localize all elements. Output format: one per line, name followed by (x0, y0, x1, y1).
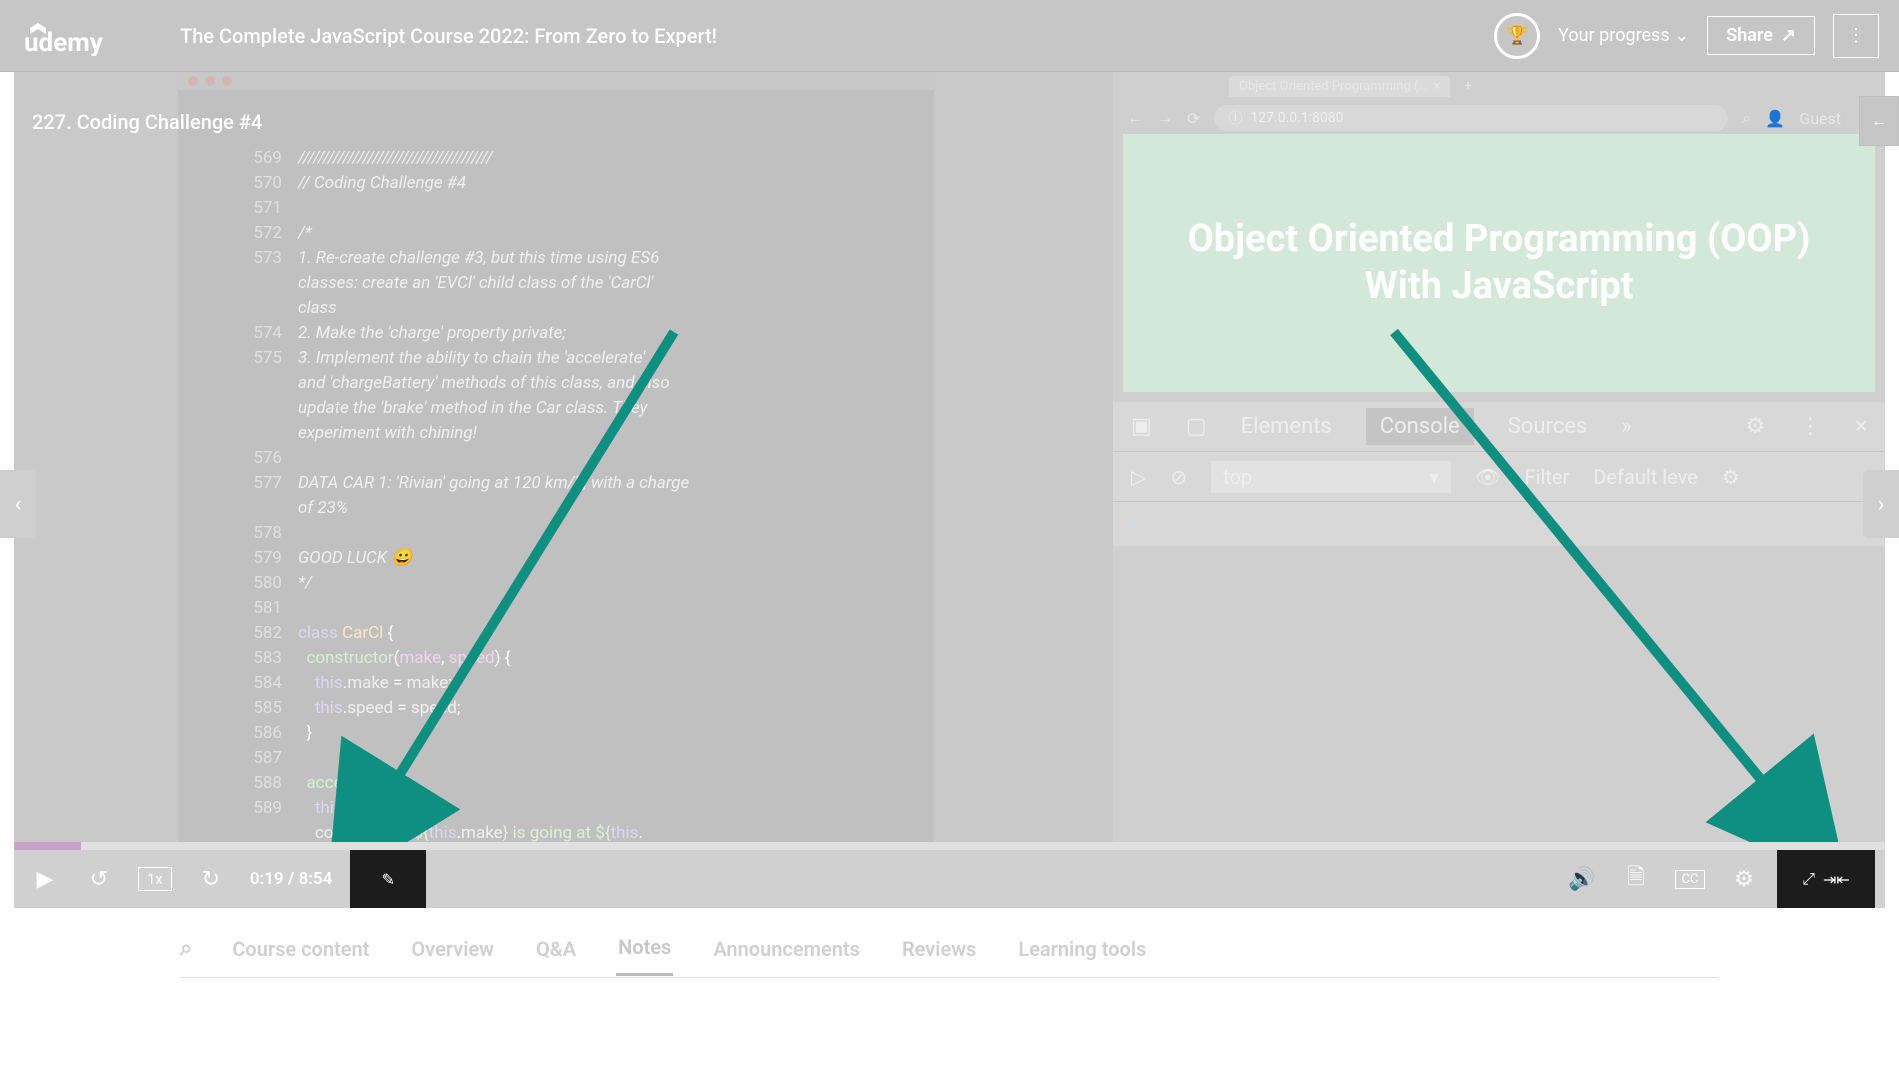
forward-button[interactable]: ↻ (196, 867, 226, 892)
info-icon: ⓘ (1228, 108, 1242, 128)
tab-learning-tools[interactable]: Learning tools (1016, 923, 1148, 975)
share-icon: ↗ (1781, 25, 1796, 46)
time-display: 0:19 / 8:54 (250, 869, 332, 889)
address-bar[interactable]: ⓘ127.0.0.1:8080 (1214, 105, 1728, 131)
code-content: /////////////////////////////////////// … (298, 146, 689, 847)
app-header: udemy The Complete JavaScript Course 202… (0, 0, 1899, 72)
add-note-button[interactable]: ✎ (350, 850, 426, 908)
reload-icon[interactable]: ⟳ (1187, 109, 1200, 128)
sidebar-toggle-button[interactable]: ← (1859, 96, 1899, 146)
forward-icon[interactable]: → (1157, 108, 1173, 128)
play-button[interactable]: ▶ (30, 867, 60, 892)
levels-dropdown[interactable]: Default leve (1593, 465, 1697, 489)
tab-course-content[interactable]: Course content (230, 923, 371, 975)
trophy-icon: 🏆 (1506, 25, 1528, 46)
guest-label: Guest (1799, 109, 1841, 128)
settings-button[interactable]: ⚙ (1729, 867, 1759, 892)
video-progress-fill (14, 842, 81, 850)
code-editor: 5695705715725735745755765775785795805815… (178, 72, 934, 847)
line-numbers: 5695705715725735745755765775785795805815… (242, 146, 282, 821)
svg-text:udemy: udemy (24, 28, 104, 56)
context-selector[interactable]: top▾ (1211, 461, 1451, 493)
browser-toolbar: ← → ⟳ ⓘ127.0.0.1:8080 ⌕ 👤 Guest ⋮ (1113, 100, 1885, 136)
course-title: The Complete JavaScript Course 2022: Fro… (180, 24, 1494, 48)
tab-reviews[interactable]: Reviews (900, 923, 978, 975)
share-button[interactable]: Share↗ (1707, 16, 1815, 55)
filter-input[interactable]: Filter (1525, 465, 1570, 489)
eye-icon[interactable]: 👁 (1475, 465, 1500, 489)
video-progress-bar[interactable] (14, 842, 1885, 850)
clear-icon[interactable]: ⊘ (1170, 465, 1187, 489)
devtools-tab-sources[interactable]: Sources (1508, 414, 1588, 439)
back-icon[interactable]: ← (1127, 108, 1143, 128)
theater-icon: ⇥⇤ (1823, 870, 1850, 889)
chevron-down-icon: ▾ (1429, 465, 1439, 489)
playback-speed-button[interactable]: 1x (138, 867, 172, 891)
close-icon[interactable]: × (1855, 414, 1867, 439)
search-icon[interactable]: ⌕ (1742, 108, 1751, 128)
expand-icon: ⤢ (1802, 869, 1815, 889)
more-menu-button[interactable]: ⋮ (1833, 14, 1879, 58)
lesson-title: 227. Coding Challenge #4 (32, 110, 262, 134)
browser-tab-strip: Object Oriented Programming (… × + (1113, 72, 1885, 100)
volume-button[interactable]: 🔊 (1567, 867, 1597, 892)
devtools-tab-console[interactable]: Console (1366, 408, 1474, 445)
video-controls: ▶ ↺ 1x ↻ 0:19 / 8:54 ✎ 🔊 🗎 CC ⚙ ⤢ ⇥⇤ (14, 850, 1885, 908)
content-tabs: ⌕ Course content Overview Q&A Notes Anno… (180, 920, 1719, 978)
devtools-panel: ▣ ▢ Elements Console Sources » ⚙ ⋮ × ▷ ⊘… (1113, 402, 1885, 546)
kebab-icon[interactable]: ⋮ (1799, 414, 1821, 439)
progress-ring-icon[interactable]: 🏆 (1494, 13, 1540, 59)
your-progress-dropdown[interactable]: Your progress ⌄ (1558, 25, 1689, 46)
fullscreen-button[interactable]: ⤢ ⇥⇤ (1777, 850, 1875, 908)
next-lecture-button[interactable]: › (1863, 470, 1899, 538)
browser-pane: Object Oriented Programming (… × + ← → ⟳… (1113, 72, 1885, 847)
rendered-page: Object Oriented Programming (OOP) With J… (1123, 134, 1875, 392)
more-tabs-icon[interactable]: » (1621, 414, 1631, 439)
devtools-tab-elements[interactable]: Elements (1241, 414, 1332, 439)
kebab-icon: ⋮ (1847, 25, 1865, 46)
new-tab-icon[interactable]: + (1464, 79, 1471, 94)
tab-qa[interactable]: Q&A (534, 923, 578, 975)
page-heading: Object Oriented Programming (OOP) With J… (1188, 216, 1811, 311)
udemy-logo[interactable]: udemy (20, 16, 140, 56)
window-traffic-lights (178, 72, 934, 90)
previous-lecture-button[interactable]: ‹ (0, 470, 36, 538)
console-prompt[interactable]: › (1113, 502, 1885, 546)
video-area: 227. Coding Challenge #4 ⌕ ⎇ ✧ ▣ 5695705… (14, 72, 1885, 847)
tab-overview[interactable]: Overview (409, 923, 496, 975)
guest-avatar-icon[interactable]: 👤 (1765, 109, 1785, 128)
transcript-button[interactable]: 🗎 (1621, 860, 1651, 898)
play-icon[interactable]: ▷ (1131, 465, 1146, 489)
search-icon[interactable]: ⌕ (180, 936, 192, 961)
gear-icon[interactable]: ⚙ (1746, 414, 1766, 439)
note-icon: ✎ (382, 870, 395, 889)
inspect-icon[interactable]: ▣ (1131, 414, 1152, 439)
tab-announcements[interactable]: Announcements (711, 923, 862, 975)
rewind-button[interactable]: ↺ (84, 867, 114, 892)
browser-tab[interactable]: Object Oriented Programming (… × (1229, 76, 1450, 97)
device-icon[interactable]: ▢ (1186, 414, 1207, 439)
chevron-down-icon: ⌄ (1674, 25, 1689, 46)
gear-icon[interactable]: ⚙ (1722, 465, 1740, 489)
captions-button[interactable]: CC (1675, 870, 1705, 889)
tab-notes[interactable]: Notes (616, 921, 673, 976)
